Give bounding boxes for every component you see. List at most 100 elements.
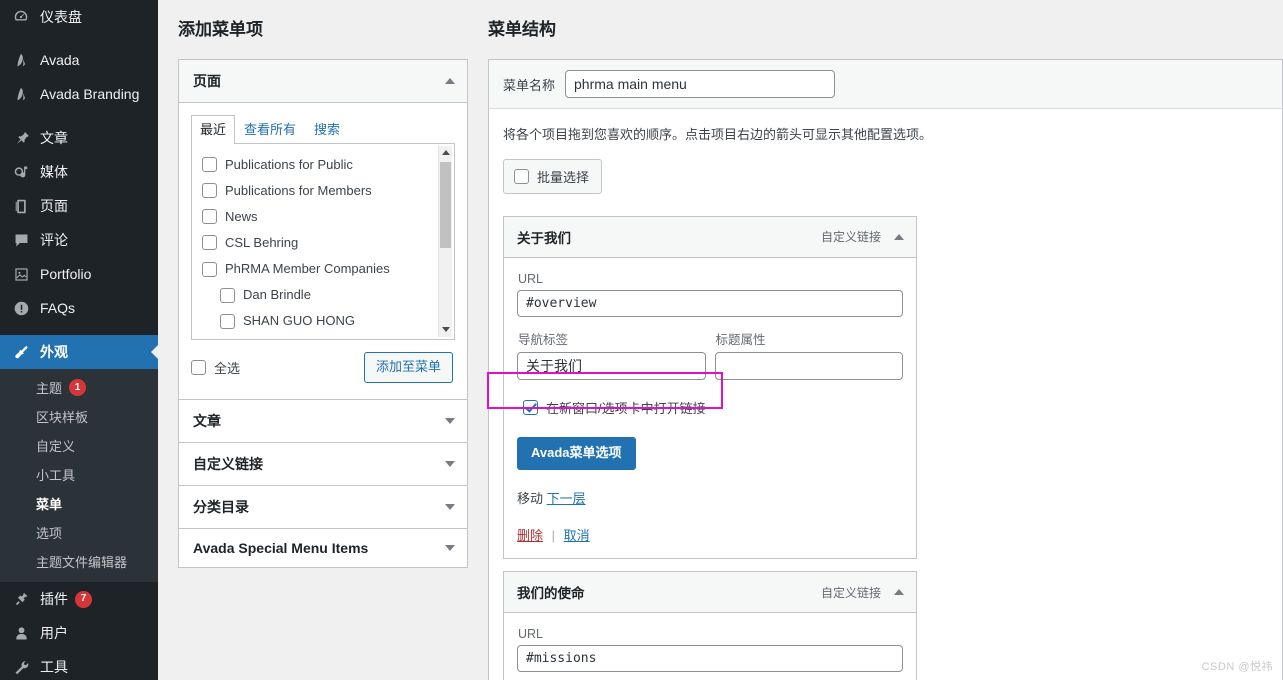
open-in-new-window-row[interactable]: 在新窗口/选项卡中打开链接 bbox=[519, 394, 903, 421]
page-checkbox[interactable] bbox=[202, 261, 217, 277]
pages-postbox-title: 页面 bbox=[193, 73, 221, 90]
sidebar-subitem-themes[interactable]: 主题 1 bbox=[0, 373, 158, 402]
sidebar-subitem-options[interactable]: 选项 bbox=[0, 518, 158, 547]
pages-list-scrollbar[interactable] bbox=[438, 145, 452, 337]
sidebar-subitem-label: 主题文件编辑器 bbox=[36, 555, 128, 570]
sidebar-item-label: 媒体 bbox=[40, 164, 68, 180]
avada-menu-options-wrap: Avada菜单选项 bbox=[517, 436, 903, 471]
tab-recent[interactable]: 最近 bbox=[191, 115, 236, 144]
scroll-up-icon[interactable] bbox=[439, 146, 452, 160]
sidebar-item-dashboard[interactable]: 仪表盘 bbox=[0, 0, 158, 34]
chevron-down-icon[interactable] bbox=[445, 544, 455, 551]
sidebar-item-posts[interactable]: 文章 bbox=[0, 121, 158, 155]
sidebar-item-label: FAQs bbox=[40, 300, 76, 316]
dashboard-icon bbox=[11, 7, 31, 27]
nav-label-row: 导航标签 标题属性 bbox=[517, 329, 903, 380]
sidebar-item-appearance[interactable]: 外观 bbox=[0, 335, 158, 369]
sidebar-item-faqs[interactable]: FAQs bbox=[0, 291, 158, 325]
title-attr-label: 标题属性 bbox=[715, 332, 766, 347]
list-item[interactable]: Publications for Public bbox=[192, 152, 454, 178]
posts-postbox-header[interactable]: 文章 bbox=[179, 399, 467, 442]
custom-links-postbox-header[interactable]: 自定义链接 bbox=[179, 442, 467, 485]
menu-item-type: 自定义链接 bbox=[820, 230, 881, 245]
bulk-select-toggle[interactable]: 批量选择 bbox=[503, 158, 603, 194]
avada-special-menu-items-title: Avada Special Menu Items bbox=[193, 539, 369, 556]
scroll-down-icon[interactable] bbox=[439, 323, 452, 337]
sidebar-item-media[interactable]: 媒体 bbox=[0, 155, 158, 189]
add-to-menu-button[interactable]: 添加至菜单 bbox=[363, 351, 453, 383]
sidebar-item-pages[interactable]: 页面 bbox=[0, 189, 158, 223]
tab-view-all[interactable]: 查看所有 bbox=[235, 115, 305, 144]
list-item[interactable]: Anna Van Acker bbox=[192, 334, 454, 338]
cancel-link[interactable]: 取消 bbox=[564, 528, 590, 543]
pin-icon bbox=[11, 128, 31, 148]
list-item-label: Publications for Public bbox=[225, 156, 353, 172]
page-checkbox[interactable] bbox=[202, 183, 217, 199]
list-item[interactable]: News bbox=[192, 204, 454, 230]
sidebar-item-label: 评论 bbox=[40, 232, 68, 248]
sidebar-item-label: 插件 bbox=[40, 591, 68, 607]
menu-item-card: 我们的使命 自定义链接 URL 导航标签 bbox=[503, 571, 917, 680]
sidebar-subitem-theme-file-editor[interactable]: 主题文件编辑器 bbox=[0, 547, 158, 576]
open-in-new-window-checkbox[interactable] bbox=[523, 399, 538, 415]
page-checkbox[interactable] bbox=[202, 209, 217, 225]
list-item[interactable]: Publications for Members bbox=[192, 178, 454, 204]
sidebar-subitem-customize[interactable]: 自定义 bbox=[0, 431, 158, 460]
page-checkbox[interactable] bbox=[220, 313, 235, 329]
avada-menu-options-button[interactable]: Avada菜单选项 bbox=[517, 436, 636, 471]
select-all-checkbox[interactable] bbox=[191, 359, 206, 375]
scrollbar-thumb[interactable] bbox=[440, 161, 451, 248]
menu-item-header[interactable]: 我们的使命 自定义链接 bbox=[504, 572, 916, 614]
sidebar-subitem-block-patterns[interactable]: 区块样板 bbox=[0, 402, 158, 431]
select-all-pages[interactable]: 全选 bbox=[191, 358, 240, 377]
list-item-label: PhRMA Member Companies bbox=[225, 260, 390, 276]
drag-hint-text: 将各个项目拖到您喜欢的顺序。点击项目右边的箭头可显示其他配置选项。 bbox=[503, 127, 933, 143]
menu-name-input[interactable] bbox=[565, 70, 836, 99]
chevron-up-icon[interactable] bbox=[894, 233, 904, 240]
chevron-down-icon[interactable] bbox=[445, 417, 455, 424]
chevron-up-icon[interactable] bbox=[445, 78, 455, 85]
chevron-down-icon[interactable] bbox=[445, 460, 455, 467]
delete-link[interactable]: 删除 bbox=[517, 528, 543, 543]
tools-wrench-icon bbox=[11, 657, 31, 677]
tab-search[interactable]: 搜索 bbox=[305, 115, 349, 144]
chevron-down-icon[interactable] bbox=[445, 503, 455, 510]
nav-label-field: 导航标签 bbox=[517, 329, 706, 380]
posts-postbox-title: 文章 bbox=[193, 412, 221, 429]
sidebar-item-avada-branding[interactable]: Avada Branding bbox=[0, 77, 158, 111]
pages-list: Publications for Public Publications for… bbox=[191, 143, 455, 340]
sidebar-item-avada[interactable]: Avada bbox=[0, 43, 158, 77]
sidebar-item-tools[interactable]: 工具 bbox=[0, 650, 158, 680]
move-down-one-level-link[interactable]: 下一层 bbox=[547, 491, 586, 506]
sidebar-item-users[interactable]: 用户 bbox=[0, 616, 158, 650]
delete-cancel-row: 删除 | 取消 bbox=[517, 525, 903, 544]
menu-structure-panel: 菜单名称 将各个项目拖到您喜欢的顺序。点击项目右边的箭头可显示其他配置选项。 批… bbox=[488, 59, 1283, 680]
pages-postbox-header[interactable]: 页面 bbox=[179, 60, 467, 104]
page-checkbox[interactable] bbox=[202, 235, 217, 251]
url-input[interactable] bbox=[517, 645, 903, 673]
avada-special-menu-items-header[interactable]: Avada Special Menu Items bbox=[179, 528, 467, 567]
sidebar-item-portfolio[interactable]: Portfolio bbox=[0, 257, 158, 291]
categories-postbox-header[interactable]: 分类目录 bbox=[179, 485, 467, 528]
list-item[interactable]: CSL Behring bbox=[192, 230, 454, 256]
sidebar-subitem-menus[interactable]: 菜单 bbox=[0, 489, 158, 518]
page-checkbox[interactable] bbox=[202, 157, 217, 173]
sidebar-item-plugins[interactable]: 插件 7 bbox=[0, 582, 158, 616]
menu-item-header[interactable]: 关于我们 自定义链接 bbox=[504, 216, 916, 258]
chevron-up-icon[interactable] bbox=[894, 589, 904, 596]
categories-postbox-title: 分类目录 bbox=[193, 498, 249, 515]
list-item[interactable]: Dan Brindle bbox=[192, 282, 454, 308]
page-checkbox[interactable] bbox=[220, 287, 235, 303]
menu-structure-heading: 菜单结构 bbox=[488, 20, 556, 39]
url-input[interactable] bbox=[517, 289, 903, 317]
list-item[interactable]: PhRMA Member Companies bbox=[192, 256, 454, 282]
sidebar-subitem-widgets[interactable]: 小工具 bbox=[0, 460, 158, 489]
sidebar-divider bbox=[0, 325, 158, 335]
list-item[interactable]: SHAN GUO HONG bbox=[192, 308, 454, 334]
bulk-select-checkbox[interactable] bbox=[514, 168, 529, 184]
media-icon bbox=[11, 162, 31, 182]
posts-postbox: 文章 bbox=[178, 398, 468, 443]
sidebar-item-comments[interactable]: 评论 bbox=[0, 223, 158, 257]
nav-label-input[interactable] bbox=[517, 351, 706, 380]
title-attr-input[interactable] bbox=[714, 351, 903, 380]
